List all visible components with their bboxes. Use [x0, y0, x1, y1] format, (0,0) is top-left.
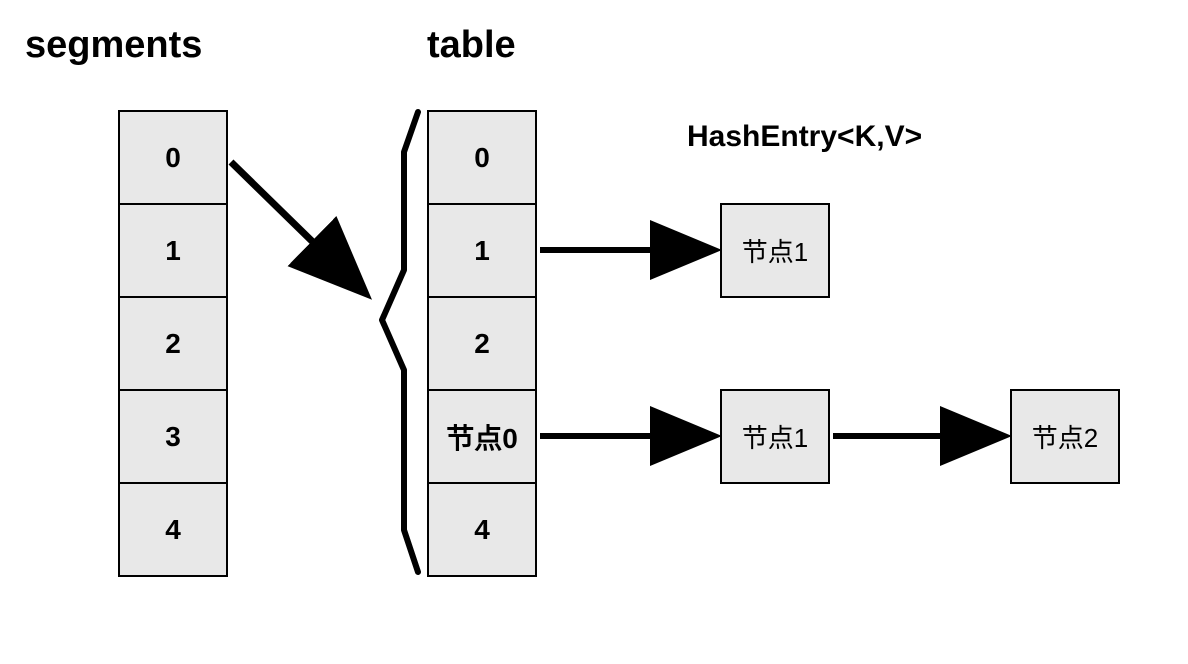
- table-title: table: [427, 24, 516, 67]
- table-cell-1: 1: [427, 203, 537, 298]
- table-cell-0: 0: [427, 110, 537, 205]
- node-row3-node1: 节点1: [720, 389, 830, 484]
- table-cell-3: 节点0: [427, 389, 537, 484]
- segment-cell-2: 2: [118, 296, 228, 391]
- segment-cell-1: 1: [118, 203, 228, 298]
- segments-title: segments: [25, 24, 202, 67]
- segment-cell-3: 3: [118, 389, 228, 484]
- node-row3-node2: 节点2: [1010, 389, 1120, 484]
- segment-cell-4: 4: [118, 482, 228, 577]
- table-cell-2: 2: [427, 296, 537, 391]
- segments-column: 0 1 2 3 4: [118, 110, 228, 577]
- hashentry-label: HashEntry<K,V>: [687, 120, 922, 154]
- segment-cell-0: 0: [118, 110, 228, 205]
- table-column: 0 1 2 节点0 4: [427, 110, 537, 577]
- node-row1-node1: 节点1: [720, 203, 830, 298]
- table-cell-4: 4: [427, 482, 537, 577]
